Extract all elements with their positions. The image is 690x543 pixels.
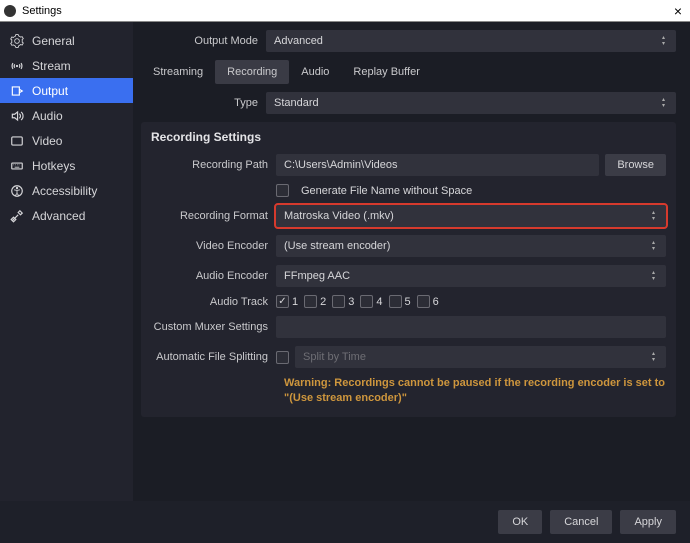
output-mode-select[interactable]: Advanced	[266, 30, 676, 52]
cancel-button[interactable]: Cancel	[550, 510, 612, 534]
audio-encoder-select[interactable]: FFmpeg AAC	[276, 265, 666, 287]
audio-encoder-label: Audio Encoder	[151, 270, 276, 282]
track-5-label: 5	[405, 296, 411, 308]
video-icon	[10, 134, 24, 148]
split-label: Automatic File Splitting	[151, 351, 276, 363]
apply-button[interactable]: Apply	[620, 510, 676, 534]
video-encoder-select[interactable]: (Use stream encoder)	[276, 235, 666, 257]
tab-replay-buffer[interactable]: Replay Buffer	[341, 60, 431, 84]
spinner-icon	[662, 94, 672, 112]
recording-settings-panel: Recording Settings Recording Path C:\Use…	[141, 122, 676, 417]
sidebar-label: General	[32, 34, 75, 48]
split-checkbox[interactable]	[276, 351, 289, 364]
spinner-icon	[652, 348, 662, 366]
tab-streaming[interactable]: Streaming	[141, 60, 215, 84]
sidebar-item-video[interactable]: Video	[0, 128, 133, 153]
track-4-checkbox[interactable]	[360, 295, 373, 308]
sidebar-label: Video	[32, 134, 62, 148]
recording-path-input[interactable]: C:\Users\Admin\Videos	[276, 154, 599, 176]
track-3-checkbox[interactable]	[332, 295, 345, 308]
generate-filename-checkbox[interactable]	[276, 184, 289, 197]
type-value: Standard	[274, 97, 319, 109]
broadcast-icon	[10, 59, 24, 73]
video-encoder-label: Video Encoder	[151, 240, 276, 252]
sidebar-item-hotkeys[interactable]: Hotkeys	[0, 153, 133, 178]
recording-format-select[interactable]: Matroska Video (.mkv)	[276, 205, 666, 227]
output-icon	[10, 84, 24, 98]
output-mode-value: Advanced	[274, 35, 323, 47]
sidebar-item-stream[interactable]: Stream	[0, 53, 133, 78]
track-3-label: 3	[348, 296, 354, 308]
track-1-checkbox[interactable]	[276, 295, 289, 308]
gear-icon	[10, 34, 24, 48]
split-value: Split by Time	[303, 351, 366, 363]
tools-icon	[10, 209, 24, 223]
tab-audio[interactable]: Audio	[289, 60, 341, 84]
type-label: Type	[141, 97, 266, 109]
track-2-checkbox[interactable]	[304, 295, 317, 308]
muxer-input[interactable]	[276, 316, 666, 338]
spinner-icon	[662, 32, 672, 50]
sidebar-item-audio[interactable]: Audio	[0, 103, 133, 128]
audio-icon	[10, 109, 24, 123]
sidebar-item-advanced[interactable]: Advanced	[0, 203, 133, 228]
type-select[interactable]: Standard	[266, 92, 676, 114]
sidebar-item-accessibility[interactable]: Accessibility	[0, 178, 133, 203]
output-tabs: Streaming Recording Audio Replay Buffer	[141, 60, 676, 84]
close-icon[interactable]: ×	[670, 3, 686, 19]
app-icon	[4, 5, 16, 17]
sidebar-label: Advanced	[32, 209, 85, 223]
track-6-label: 6	[433, 296, 439, 308]
muxer-label: Custom Muxer Settings	[151, 321, 276, 333]
spinner-icon	[652, 267, 662, 285]
window-title: Settings	[22, 5, 670, 17]
recording-format-label: Recording Format	[151, 210, 276, 222]
spinner-icon	[652, 237, 662, 255]
sidebar-label: Stream	[32, 59, 71, 73]
sidebar-item-general[interactable]: General	[0, 28, 133, 53]
accessibility-icon	[10, 184, 24, 198]
sidebar-item-output[interactable]: Output	[0, 78, 133, 103]
title-bar: Settings ×	[0, 0, 690, 22]
audio-track-label: Audio Track	[151, 296, 276, 308]
track-5-checkbox[interactable]	[389, 295, 402, 308]
ok-button[interactable]: OK	[498, 510, 542, 534]
audio-encoder-value: FFmpeg AAC	[284, 270, 350, 282]
keyboard-icon	[10, 159, 24, 173]
track-2-label: 2	[320, 296, 326, 308]
sidebar-label: Audio	[32, 109, 63, 123]
sidebar-label: Hotkeys	[32, 159, 75, 173]
encoder-warning: Warning: Recordings cannot be paused if …	[151, 376, 666, 407]
main-panel: Output Mode Advanced Streaming Recording…	[133, 22, 690, 501]
panel-title: Recording Settings	[151, 130, 666, 144]
track-6-checkbox[interactable]	[417, 295, 430, 308]
track-4-label: 4	[376, 296, 382, 308]
generate-filename-label: Generate File Name without Space	[301, 185, 472, 197]
sidebar: General Stream Output Audio Video Hotkey…	[0, 22, 133, 501]
sidebar-label: Accessibility	[32, 184, 97, 198]
tab-recording[interactable]: Recording	[215, 60, 289, 84]
recording-format-value: Matroska Video (.mkv)	[284, 210, 394, 222]
dialog-footer: OK Cancel Apply	[0, 501, 690, 543]
track-1-label: 1	[292, 296, 298, 308]
recording-path-value: C:\Users\Admin\Videos	[284, 159, 398, 171]
spinner-icon	[652, 207, 662, 225]
sidebar-label: Output	[32, 84, 68, 98]
video-encoder-value: (Use stream encoder)	[284, 240, 390, 252]
output-mode-label: Output Mode	[141, 35, 266, 47]
browse-button[interactable]: Browse	[605, 154, 666, 176]
recording-path-label: Recording Path	[151, 159, 276, 171]
split-select[interactable]: Split by Time	[295, 346, 666, 368]
